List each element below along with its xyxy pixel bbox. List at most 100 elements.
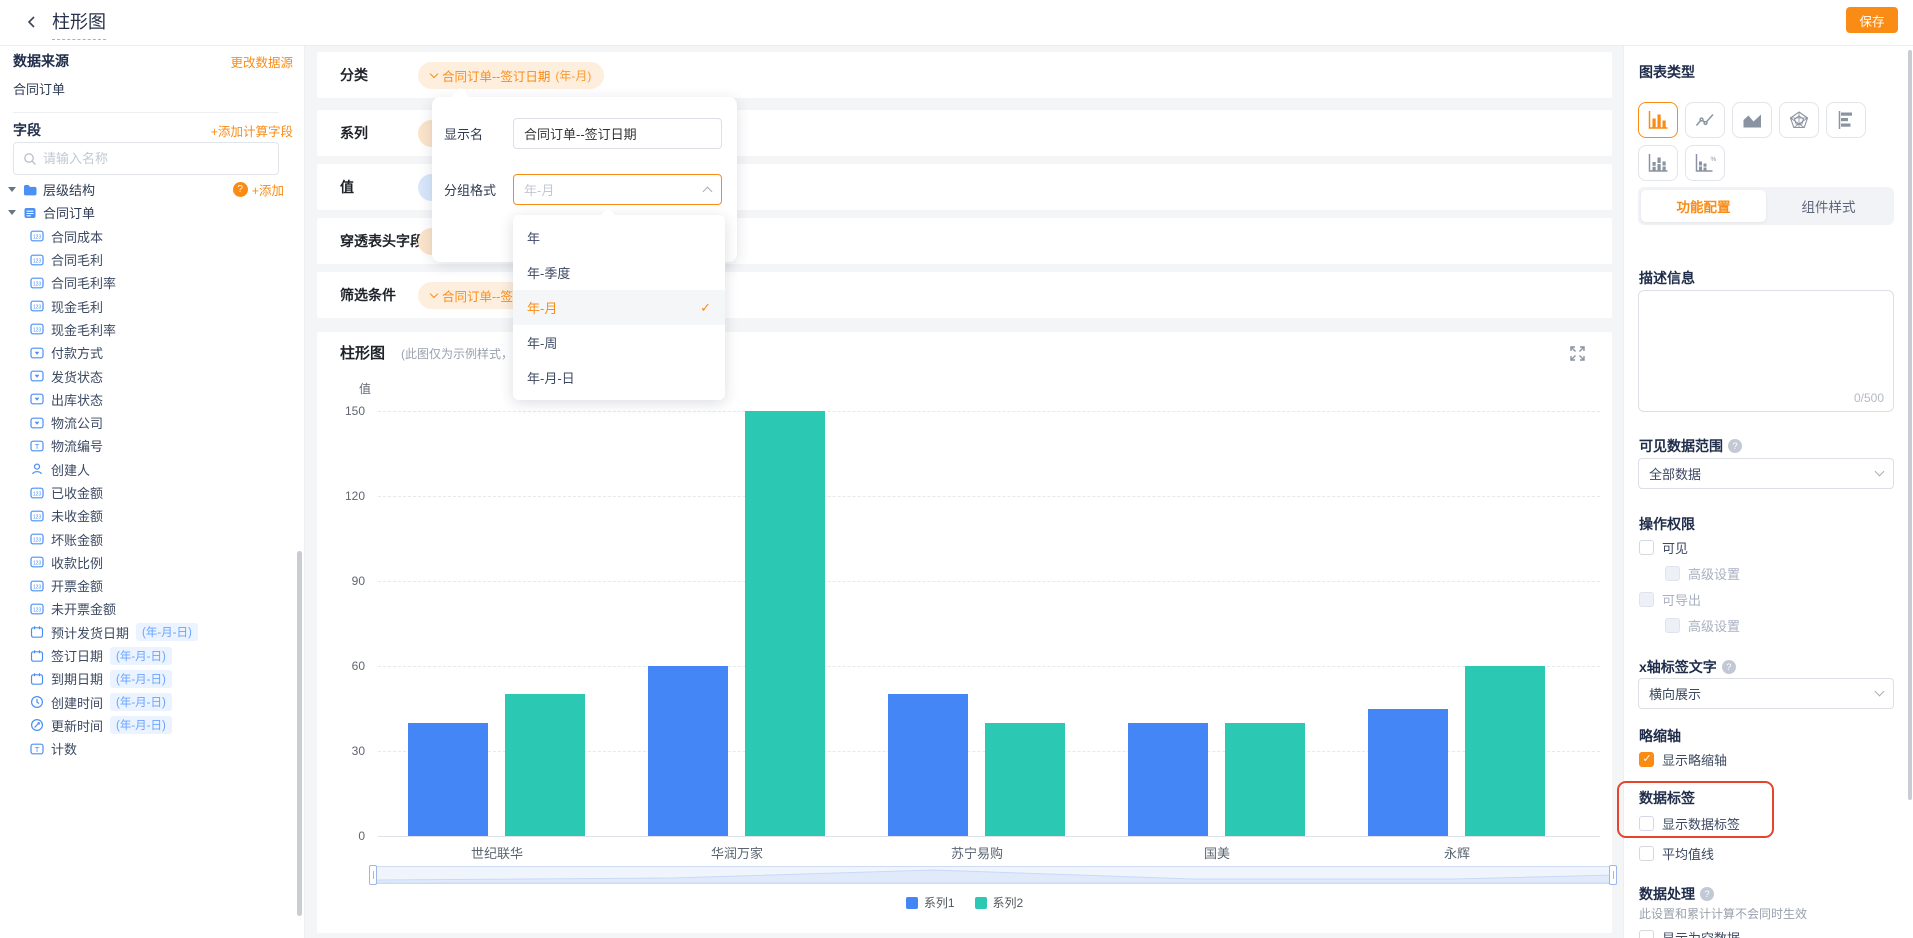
x-axis-label: x轴标签文字 [1639,657,1717,677]
checkbox-unchecked[interactable] [1639,540,1654,555]
show-data-label-checkbox-row[interactable]: 显示数据标签 [1639,814,1740,833]
show-empty-data-checkbox-row[interactable]: 显示为空数据 [1639,928,1740,938]
chart-type-radar-button[interactable] [1779,102,1819,138]
calendar-field-icon [30,649,44,663]
tag-text: 合同订单--签 [442,286,513,305]
help-icon[interactable]: ? [1722,660,1736,674]
permission-checkbox-row[interactable]: 可导出 [1639,590,1701,609]
search-input[interactable] [43,151,269,166]
chart-type-bar-button[interactable] [1638,102,1678,138]
chart-type-percent-stacked-bar-button[interactable]: % [1685,145,1725,181]
zoom-handle-right[interactable] [1609,865,1617,885]
field-item[interactable]: 123合同毛利 [0,248,296,271]
field-label: 出库状态 [51,390,103,409]
help-icon[interactable]: ? [1700,887,1714,901]
zoom-handle-left[interactable] [369,865,377,885]
field-item[interactable]: 123已收金额 [0,481,296,504]
chart-type-hbar-button[interactable] [1826,102,1866,138]
checkbox-checked[interactable] [1639,752,1654,767]
dropdown-option[interactable]: 年-月-日 [513,360,725,395]
chart-type-stacked-bar-button[interactable] [1638,145,1678,181]
left-scrollbar[interactable] [297,551,302,916]
field-item[interactable]: 123开票金额 [0,574,296,597]
checkbox-unchecked[interactable] [1639,846,1654,861]
page-title[interactable]: 柱形图 [52,8,106,40]
chart-type-line-button[interactable] [1685,102,1725,138]
field-item[interactable]: 更新时间(年-月-日) [0,714,296,737]
permission-checkbox-row[interactable]: 高级设置 [1665,616,1740,635]
save-button[interactable]: 保存 [1846,7,1898,33]
checkbox-unchecked[interactable] [1639,816,1654,831]
checkbox-label: 高级设置 [1688,616,1740,635]
field-item[interactable]: 到期日期(年-月-日) [0,667,296,690]
x-axis-select[interactable]: 横向展示 [1638,678,1894,709]
help-icon[interactable]: ? [233,182,248,197]
checkbox-unchecked[interactable] [1639,930,1654,938]
form-icon [23,206,37,220]
dropdown-option[interactable]: 年-周 [513,325,725,360]
change-data-source-link[interactable]: 更改数据源 [230,52,293,71]
field-item[interactable]: 付款方式 [0,341,296,364]
field-item[interactable]: 创建人 [0,458,296,481]
permission-checkbox-row[interactable]: 可见 [1639,538,1688,557]
data-label-heading: 数据标签 [1639,788,1695,808]
field-item[interactable]: T计数 [0,737,296,760]
field-item[interactable]: 123现金毛利率 [0,318,296,341]
option-label: 年-月 [527,298,557,317]
visible-range-select[interactable]: 全部数据 [1638,458,1894,489]
dropdown-option[interactable]: 年-月✓ [513,290,725,325]
field-item[interactable]: 123合同成本 [0,225,296,248]
tree-node-hierarchy[interactable]: 层级结构 ? +添加 [0,178,296,201]
field-item[interactable]: T物流编号 [0,434,296,457]
tree-node-table[interactable]: 合同订单 [0,201,296,224]
dropdown-option[interactable]: 年-季度 [513,255,725,290]
field-item[interactable]: 123未开票金额 [0,597,296,620]
field-item[interactable]: 签订日期(年-月-日) [0,644,296,667]
tab-component-style[interactable]: 组件样式 [1766,190,1891,222]
legend-item-系列1[interactable]: 系列1 [906,894,955,911]
field-item[interactable]: 123未收金额 [0,504,296,527]
checkbox-disabled [1639,592,1654,607]
caret-down-icon[interactable] [8,210,16,215]
description-textarea[interactable] [1639,291,1893,387]
field-item[interactable]: 123坏账金额 [0,527,296,550]
visible-range-value: 全部数据 [1649,464,1876,483]
back-icon[interactable] [24,14,40,30]
field-item[interactable]: 123收款比例 [0,551,296,574]
legend-item-系列2[interactable]: 系列2 [975,894,1024,911]
field-item[interactable]: 预计发货日期(年-月-日) [0,621,296,644]
gridline [378,666,1600,667]
average-line-checkbox-row[interactable]: 平均值线 [1639,844,1714,863]
right-scrollbar[interactable] [1908,50,1912,800]
y-tick-label: 90 [331,574,365,588]
group-format-select[interactable]: 年-月 [513,174,722,205]
date-format-tag: (年-月-日) [110,670,172,688]
field-item[interactable]: 123现金毛利 [0,294,296,317]
field-search[interactable] [13,142,279,175]
dropdown-option[interactable]: 年 [513,220,725,255]
field-item[interactable]: 发货状态 [0,364,296,387]
field-item[interactable]: 创建时间(年-月-日) [0,691,296,714]
update-field-icon [30,718,44,732]
field-item[interactable]: 出库状态 [0,388,296,411]
tab-function-config[interactable]: 功能配置 [1641,190,1766,222]
add-calc-field-link[interactable]: +添加计算字段 [211,121,293,140]
help-icon[interactable]: ? [1728,439,1742,453]
chart-type-area-button[interactable] [1732,102,1772,138]
add-hierarchy-link[interactable]: +添加 [252,180,284,199]
data-zoom-slider[interactable] [372,866,1614,884]
field-item[interactable]: 物流公司 [0,411,296,434]
option-label: 年 [527,228,540,247]
number-field-icon: 123 [30,276,44,290]
caret-down-icon[interactable] [8,187,16,192]
field-item[interactable]: 123合同毛利率 [0,271,296,294]
svg-text:123: 123 [33,514,42,520]
permission-checkbox-row[interactable]: 高级设置 [1665,564,1740,583]
left-sidebar: 数据来源 更改数据源 合同订单 字段 +添加计算字段 层级结构 ? +添加 [0,46,305,938]
category-field-tag[interactable]: 合同订单--签订日期 (年-月) [418,62,604,89]
display-name-input[interactable] [513,118,722,149]
area-chart-icon [1741,110,1763,130]
legend-swatch [906,897,918,909]
show-thumb-axis-checkbox-row[interactable]: 显示略缩轴 [1639,750,1727,769]
field-list: 123合同成本123合同毛利123合同毛利率123现金毛利123现金毛利率付款方… [0,225,296,761]
